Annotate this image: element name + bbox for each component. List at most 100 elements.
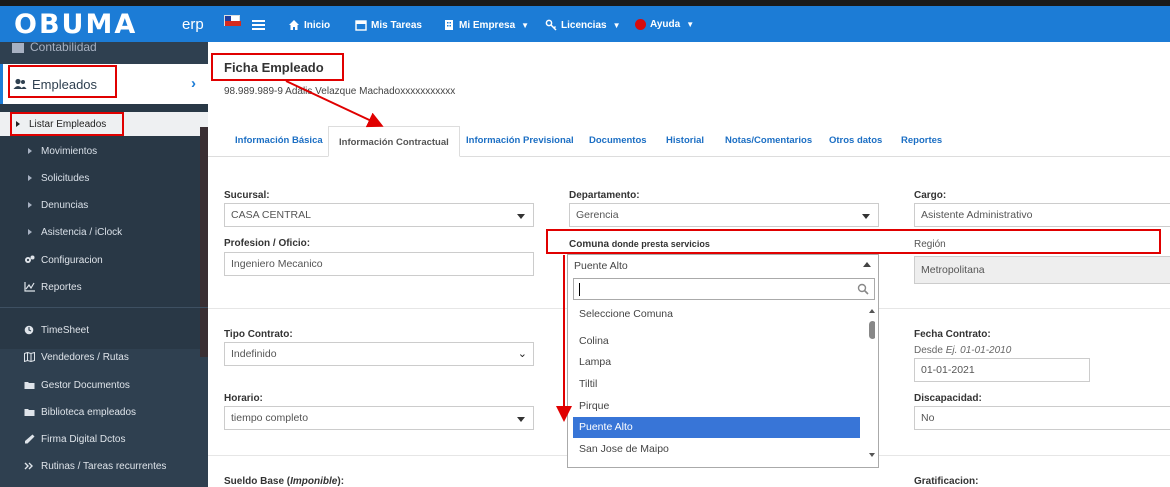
region-value: Metropolitana: [921, 264, 985, 276]
chile-flag-icon[interactable]: [224, 15, 241, 26]
fecha-contrato-input[interactable]: 01-01-2021: [914, 358, 1090, 382]
horario-value: tiempo completo: [231, 412, 309, 424]
search-icon: [857, 283, 869, 295]
caret-right-icon: [28, 148, 32, 154]
sidebar-item-label: Configuracion: [41, 254, 103, 266]
home-icon: [289, 20, 299, 30]
comuna-option-highlighted[interactable]: Puente Alto: [573, 417, 860, 438]
sucursal-value: CASA CENTRAL: [231, 209, 311, 221]
key-icon: [545, 19, 557, 31]
tipo-contrato-select[interactable]: Indefinido ⌄: [224, 342, 534, 366]
cargo-select[interactable]: Asistente Administrativo: [914, 203, 1170, 227]
tab-documentos[interactable]: Documentos: [589, 135, 647, 146]
discapacidad-select[interactable]: No: [914, 406, 1170, 430]
folder-icon: [24, 409, 35, 416]
tab-historial[interactable]: Historial: [666, 135, 704, 146]
departamento-label: Departamento:: [569, 190, 640, 201]
comuna-options-list: Seleccione Comuna Colina Lampa Tiltil Pi…: [573, 303, 875, 463]
caret-right-icon: [28, 175, 32, 181]
sidebar-item-label: Biblioteca empleados: [41, 406, 137, 418]
obuma-logo[interactable]: OBUMA erp: [14, 9, 210, 40]
chevron-down-icon: ▼: [612, 20, 621, 30]
comuna-select[interactable]: Puente Alto: [568, 255, 878, 276]
nav-ayuda[interactable]: Ayuda ▼: [635, 19, 694, 30]
dropdown-scrollbar[interactable]: [868, 303, 875, 463]
nav-inicio[interactable]: Inicio: [288, 19, 330, 31]
profesion-label: Profesion / Oficio:: [224, 238, 311, 249]
tipo-contrato-label: Tipo Contrato:: [224, 329, 293, 340]
comuna-option[interactable]: Tiltil: [573, 374, 860, 395]
dropdown-arrow-icon: [517, 214, 525, 219]
sucursal-select[interactable]: CASA CENTRAL: [224, 203, 534, 227]
folder-icon: [24, 382, 35, 389]
sidebar-item-firma-digital[interactable]: Firma Digital Dctos: [0, 427, 208, 451]
annotation-comuna-box: [546, 229, 1161, 254]
sueldo-label-start: Sueldo Base (: [224, 476, 291, 487]
tab-otros-datos[interactable]: Otros datos: [829, 135, 882, 146]
horario-select[interactable]: tiempo completo: [224, 406, 534, 430]
gears-icon: [25, 255, 35, 263]
text-cursor: [579, 283, 580, 296]
sidebar-submenu: Listar Empleados Movimientos Solicitudes…: [0, 104, 208, 349]
sidebar-item-label: Vendedores / Rutas: [41, 351, 129, 363]
sidebar-item-configuracion[interactable]: Configuracion: [0, 248, 208, 272]
sidebar-item-label: Asistencia / iClock: [41, 226, 123, 238]
nav-mi-empresa[interactable]: Mi Empresa ▼: [443, 19, 529, 31]
sidebar-item-contabilidad[interactable]: Contabilidad: [0, 41, 208, 62]
comuna-select-dropdown[interactable]: Puente Alto Seleccione Comuna Colina Lam…: [567, 254, 879, 468]
sueldo-label-em: Imponible: [290, 476, 338, 487]
chevron-down-icon: ⌄: [517, 348, 527, 360]
departamento-select[interactable]: Gerencia: [569, 203, 879, 227]
sidebar-item-vendedores[interactable]: Vendedores / Rutas: [0, 345, 208, 369]
tab-informacion-basica[interactable]: Información Básica: [235, 135, 323, 146]
sidebar-item-solicitudes[interactable]: Solicitudes: [0, 166, 208, 190]
tab-notas-comentarios[interactable]: Notas/Comentarios: [725, 135, 812, 146]
comuna-value: Puente Alto: [574, 260, 628, 272]
menu-toggle-icon[interactable]: [252, 20, 265, 30]
sidebar-item-label: Reportes: [41, 281, 82, 293]
region-field: Metropolitana: [914, 256, 1170, 284]
comuna-option[interactable]: Seleccione Comuna: [573, 304, 860, 325]
sidebar-item-movimientos[interactable]: Movimientos: [0, 139, 208, 163]
annotation-empleados-box: [8, 65, 117, 98]
chevron-down-icon: ▼: [521, 20, 530, 30]
fecha-hint-prefix: Desde: [914, 345, 943, 356]
chevron-up-icon: [863, 262, 871, 267]
nav-mis-tareas[interactable]: Mis Tareas: [355, 19, 422, 31]
sidebar-item-timesheet[interactable]: TimeSheet: [0, 318, 208, 342]
scroll-up-icon: [869, 309, 875, 313]
comuna-option[interactable]: Pirque: [573, 396, 860, 417]
sidebar-item-label: Solicitudes: [41, 172, 90, 184]
sidebar-item-gestor-documentos[interactable]: Gestor Documentos: [0, 373, 208, 397]
sidebar: Contabilidad Empleados › Listar Empleado…: [0, 41, 208, 487]
tab-informacion-previsional[interactable]: Información Previsional: [466, 135, 574, 146]
tab-reportes[interactable]: Reportes: [901, 135, 942, 146]
caret-right-icon: [28, 202, 32, 208]
sidebar-item-asistencia[interactable]: Asistencia / iClock: [0, 220, 208, 244]
sueldo-base-label: Sueldo Base (Imponible):: [224, 476, 344, 487]
chevron-right-icon: ›: [191, 75, 196, 92]
sidebar-item-biblioteca[interactable]: Biblioteca empleados: [0, 400, 208, 424]
dropdown-arrow-icon: [517, 417, 525, 422]
sidebar-item-denuncias[interactable]: Denuncias: [0, 193, 208, 217]
logo-text: OBUMA: [14, 9, 138, 40]
sidebar-item-label: Gestor Documentos: [41, 379, 130, 391]
comuna-option[interactable]: Colina: [573, 331, 860, 352]
fecha-hint-example: Ej. 01-01-2010: [945, 345, 1012, 356]
sidebar-item-reportes[interactable]: Reportes: [0, 275, 208, 299]
map-icon: [24, 352, 35, 362]
nav-licencias[interactable]: Licencias ▼: [545, 19, 621, 31]
sidebar-item-rutinas[interactable]: Rutinas / Tareas recurrentes: [0, 454, 208, 478]
nav-mis-tareas-label: Mis Tareas: [371, 19, 422, 31]
chevron-down-icon: ▼: [686, 20, 695, 29]
comuna-search-input[interactable]: [573, 278, 875, 300]
scrollbar-thumb[interactable]: [869, 321, 875, 339]
nav-licencias-label: Licencias: [561, 19, 607, 31]
comuna-option[interactable]: San Jose de Maipo: [573, 439, 860, 460]
sueldo-label-end: ):: [337, 476, 345, 487]
profesion-input[interactable]: Ingeniero Mecanico: [224, 252, 534, 276]
comuna-option[interactable]: Lampa: [573, 352, 860, 373]
annotation-listar-box: [10, 112, 124, 136]
tab-informacion-contractual[interactable]: Información Contractual: [328, 126, 460, 157]
fecha-contrato-label: Fecha Contrato:: [914, 329, 991, 340]
